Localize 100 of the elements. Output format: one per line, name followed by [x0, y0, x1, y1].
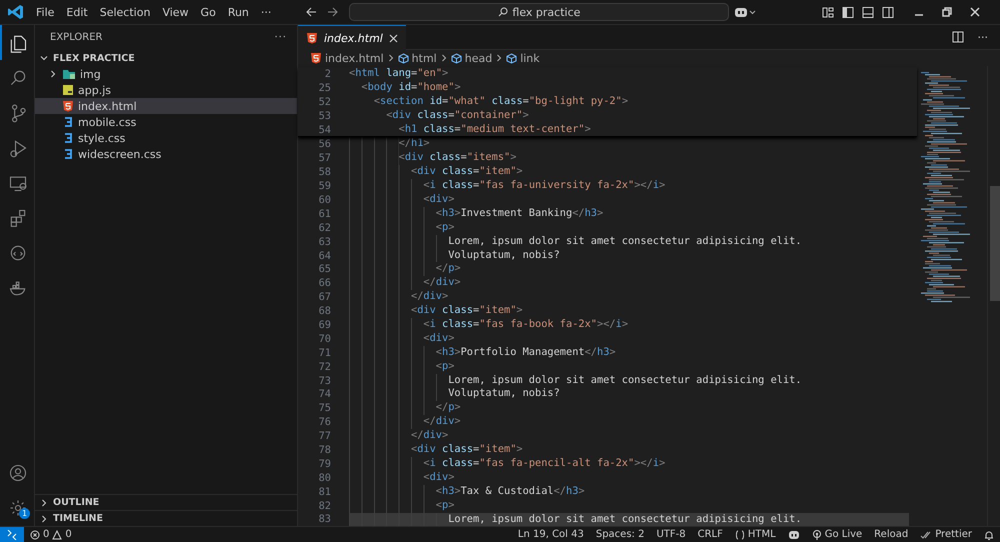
problems-button[interactable]: 0 0 — [24, 526, 78, 542]
line-number: 71 — [318, 346, 331, 359]
sidebar-title: EXPLORER — [50, 32, 102, 43]
line-number: 60 — [318, 194, 331, 206]
language-mode-button[interactable]: HTML — [728, 526, 782, 542]
line-number: 83 — [318, 513, 331, 526]
forward-arrow-icon — [327, 6, 340, 18]
code-line: </div> — [349, 429, 909, 444]
restore-icon[interactable] — [942, 7, 952, 17]
status-item[interactable]: CRLF — [692, 526, 729, 542]
status-item[interactable]: Ln 19, Col 43 — [512, 526, 590, 542]
panel-toggle-icon[interactable] — [862, 6, 874, 18]
warning-icon — [52, 530, 62, 540]
js-file-icon — [62, 84, 74, 96]
line-number: 65 — [318, 263, 331, 276]
menu-item[interactable]: Go — [194, 4, 222, 20]
more-actions-button[interactable]: ··· — [978, 30, 988, 44]
line-number: 62 — [318, 222, 331, 234]
broadcast-icon — [812, 530, 822, 540]
menu-item[interactable]: ··· — [254, 4, 278, 20]
code-line: </p> — [349, 262, 909, 276]
code-line: <div class="item"> — [349, 165, 909, 180]
code-line: <p> — [349, 498, 909, 512]
command-center-search[interactable]: flex practice — [349, 3, 730, 21]
code-line: <section id="what" class="bg-light py-2"> — [372, 94, 630, 109]
notification-badge: 1 — [19, 508, 30, 519]
line-number: 58 — [318, 166, 331, 178]
line-number: 75 — [318, 402, 331, 414]
status-item[interactable]: Reload — [868, 526, 914, 542]
code-line: Voluptatum, nobis? — [349, 248, 909, 262]
section-header[interactable]: OUTLINE — [35, 494, 297, 510]
code-line: </p> — [349, 401, 909, 416]
remote-button[interactable] — [0, 526, 24, 542]
more-actions-button[interactable]: ··· — [274, 32, 287, 43]
breadcrumb-item[interactable]: link — [520, 52, 540, 64]
chevron-icon — [495, 54, 504, 62]
breadcrumb-item[interactable]: index.html — [325, 52, 384, 64]
line-number: 70 — [318, 332, 331, 345]
line-number: 76 — [318, 416, 331, 428]
menu-item[interactable]: File — [30, 4, 60, 20]
menu-item[interactable]: View — [156, 4, 195, 20]
settings-icon[interactable] — [8, 498, 28, 518]
account-icon[interactable] — [8, 462, 28, 482]
code-line: </div> — [349, 290, 909, 304]
menu-item[interactable]: Selection — [94, 4, 156, 20]
run-debug-icon — [8, 138, 28, 158]
search-icon — [498, 7, 508, 17]
file-tree-item[interactable]: img — [35, 66, 297, 82]
line-number: 2 — [324, 68, 331, 80]
line-number: 74 — [318, 388, 331, 400]
line-number: 67 — [318, 291, 331, 304]
code-line: <p> — [349, 220, 909, 235]
menu-item[interactable]: Run — [222, 4, 255, 20]
chevron-icon — [386, 54, 395, 62]
html-file-icon — [306, 32, 318, 44]
status-item[interactable]: Spaces: 2 — [590, 526, 650, 542]
prettier-button[interactable]: Prettier — [914, 526, 978, 542]
split-editor-icon[interactable] — [952, 31, 964, 43]
copilot-icon[interactable] — [734, 6, 756, 18]
line-number: 25 — [318, 82, 331, 94]
code-line: <body id="home"> — [360, 80, 462, 95]
menu-item[interactable]: Edit — [60, 4, 94, 20]
close-icon[interactable] — [388, 34, 398, 42]
status-item[interactable]: UTF-8 — [650, 526, 692, 542]
code-line: <h3>Portfolio Management</h3> — [349, 346, 909, 360]
line-number: 81 — [318, 486, 331, 498]
file-tree-item[interactable]: mobile.css — [35, 114, 297, 130]
line-number: 72 — [318, 360, 331, 373]
code-line: <div> — [349, 470, 909, 485]
editor-tab[interactable]: index.html — [298, 25, 406, 50]
scrollbar-thumb[interactable] — [990, 186, 1000, 301]
css-file-icon — [62, 132, 74, 144]
double-check-icon — [920, 530, 932, 540]
file-tree-item[interactable]: style.css — [35, 130, 297, 146]
line-number: 82 — [318, 500, 331, 512]
copilot-icon — [788, 530, 800, 540]
line-number: 80 — [318, 472, 331, 484]
cube-icon — [506, 52, 518, 64]
line-number: 56 — [318, 138, 331, 150]
folder-header[interactable]: FLEX PRACTICE — [35, 50, 297, 66]
bell-icon — [984, 530, 994, 540]
breadcrumb-item[interactable]: head — [464, 52, 492, 64]
code-line: Lorem, ipsum dolor sit amet consectetur adipisicing elit. — [349, 234, 909, 249]
file-tree-item[interactable]: app.js — [35, 82, 297, 98]
line-number: 52 — [318, 96, 331, 108]
split-toggle-icon[interactable] — [882, 6, 894, 18]
breadcrumb-item[interactable]: html — [412, 52, 437, 64]
layout-icon[interactable] — [822, 6, 834, 18]
close-icon[interactable] — [970, 7, 980, 17]
code-line: <div> — [349, 193, 909, 207]
file-tree-item[interactable]: index.html — [35, 98, 297, 114]
vscode-logo — [8, 4, 24, 20]
code-line: <p> — [349, 360, 909, 374]
sidebar-toggle-icon[interactable] — [842, 6, 854, 18]
code-line: <div class="container"> — [385, 108, 530, 123]
cube-icon — [398, 52, 409, 64]
code-line: </div> — [349, 276, 909, 290]
go-live-button[interactable]: Go Live — [806, 526, 868, 542]
file-tree-item[interactable]: widescreen.css — [35, 146, 297, 162]
search-text: flex practice — [512, 6, 580, 18]
